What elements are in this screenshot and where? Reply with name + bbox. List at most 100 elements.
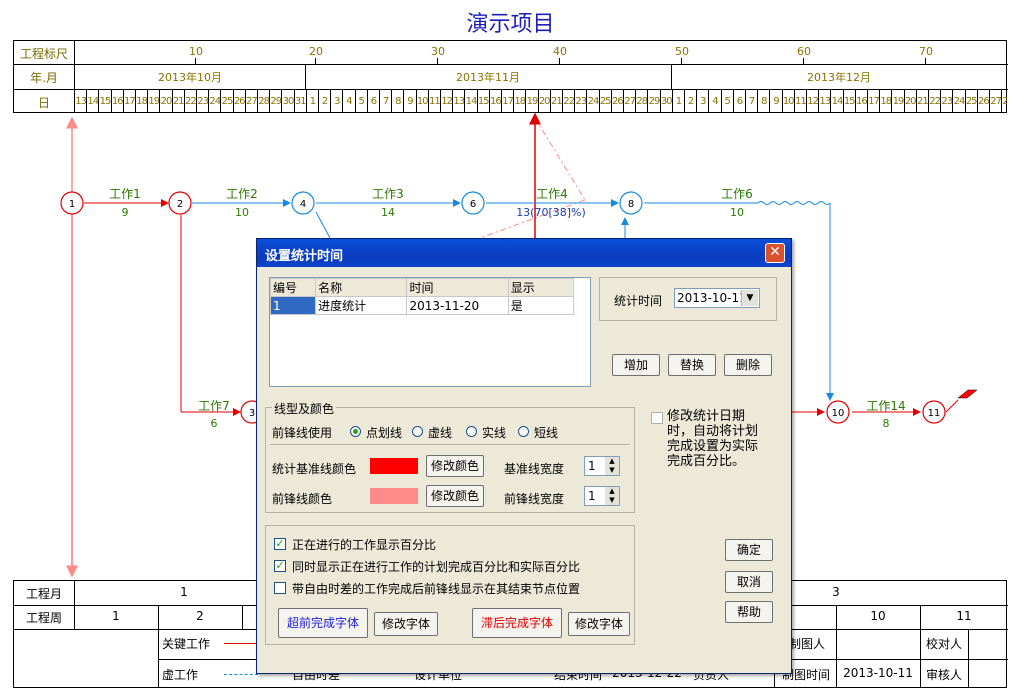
col-show-header[interactable]: 显示 — [507, 278, 575, 297]
ok-button[interactable]: 确定 — [725, 539, 773, 561]
day-label: 29 — [648, 90, 661, 113]
day-label: 15 — [99, 90, 112, 113]
stat-time-list[interactable]: 编号 名称 时间 显示 1 进度统计 2013-11-20 是 — [269, 277, 591, 387]
spinner-down-icon[interactable]: ▼ — [605, 466, 619, 475]
day-label: 27 — [624, 90, 637, 113]
checkbox-show-plan-actual[interactable]: ✓ — [274, 560, 286, 572]
day-label: 28 — [258, 90, 271, 113]
modify-frontline-color-button[interactable]: 修改颜色 — [426, 485, 484, 507]
baseline-width-value: 1 — [588, 459, 596, 473]
day-label: 18 — [514, 90, 527, 113]
task-3-duration: 14 — [381, 206, 395, 219]
scale-tick: 50 — [675, 45, 689, 58]
table-row[interactable]: 1 进度统计 2013-11-20 是 — [269, 296, 575, 315]
checker-label: 校对人 — [925, 637, 962, 651]
ahead-font-sample: 超前完成字体 — [278, 608, 368, 638]
day-label: 13 — [75, 90, 88, 113]
day-label: 27 — [246, 90, 258, 113]
project-month-1: 1 — [180, 585, 188, 599]
col-name-header[interactable]: 名称 — [315, 278, 408, 297]
node-2-label: 2 — [177, 199, 183, 210]
frontline-width-label: 前锋线宽度 — [504, 492, 565, 506]
chevron-down-icon[interactable]: ▼ — [741, 290, 758, 306]
radio-dash-dot-label: 点划线 — [366, 426, 403, 440]
day-label: 30 — [661, 90, 673, 113]
baseline-color-label: 统计基准线颜色 — [272, 462, 357, 476]
day-label: 14 — [465, 90, 478, 113]
day-label: 7 — [380, 90, 393, 113]
day-label: 15 — [478, 90, 490, 113]
draw-time-value: 2013-10-11 — [843, 666, 913, 680]
day-label: 1 — [307, 90, 319, 113]
baseline-color-swatch — [370, 458, 418, 474]
help-button[interactable]: 帮助 — [725, 601, 773, 623]
day-label: 14 — [831, 90, 844, 113]
day-label: 8 — [392, 90, 405, 113]
close-button[interactable]: ✕ — [765, 243, 785, 263]
task-4-duration: 13(70[38]%) — [516, 206, 586, 219]
day-label: 13 — [819, 90, 832, 113]
radio-solid[interactable] — [466, 426, 477, 437]
spinner-up-icon[interactable]: ▲ — [605, 487, 619, 496]
col-id-header[interactable]: 编号 — [269, 278, 317, 297]
dialog-titlebar[interactable]: 设置统计时间 ✕ — [257, 239, 791, 267]
modify-date-checkbox[interactable] — [651, 412, 663, 424]
day-label: 26 — [612, 90, 624, 113]
day-label: 3 — [697, 90, 710, 113]
node-3-label: 3 — [249, 408, 255, 419]
free-float-wave — [757, 201, 831, 205]
row-name: 进度统计 — [315, 296, 408, 315]
scale-tick: 10 — [189, 45, 203, 58]
stat-time-label: 统计时间 — [614, 294, 663, 308]
node-4-label: 4 — [300, 199, 306, 210]
behind-font-sample: 滞后完成字体 — [472, 608, 562, 638]
day-label: 22 — [185, 90, 197, 113]
checkbox-free-float-end[interactable] — [274, 582, 286, 594]
cancel-button[interactable]: 取消 — [725, 571, 773, 593]
day-label: 20 — [539, 90, 551, 113]
day-label: 22 — [929, 90, 942, 113]
scale-tick: 70 — [919, 45, 933, 58]
node-11-label: 11 — [928, 408, 941, 419]
day-label: 19 — [526, 90, 539, 113]
modify-ahead-font-button[interactable]: 修改字体 — [374, 612, 438, 636]
day-label: 11 — [795, 90, 807, 113]
day-label: 14 — [87, 90, 100, 113]
line-style-group: 线型及颜色 前锋线使用 点划线 虚线 实线 短线 统计基准线颜色 修改颜色 基准… — [265, 400, 635, 513]
day-label: 21 — [551, 90, 563, 113]
stat-time-select[interactable]: 2013-10-11 ▼ — [674, 288, 760, 308]
spinner-down-icon[interactable]: ▼ — [605, 496, 619, 505]
day-label: 23 — [941, 90, 954, 113]
baseline-width-spinner[interactable]: 1 ▲ ▼ — [584, 456, 620, 476]
project-month-label: 工程月 — [25, 587, 62, 601]
modify-baseline-color-button[interactable]: 修改颜色 — [426, 455, 484, 477]
flag-pole — [945, 399, 959, 413]
frontline-width-spinner[interactable]: 1 ▲ ▼ — [584, 486, 620, 506]
day-label: 3 — [331, 90, 344, 113]
reviewer-label: 审核人 — [925, 668, 962, 682]
scale-tick: 30 — [431, 45, 445, 58]
task-14-name: 工作14 — [866, 399, 905, 413]
node-6-label: 6 — [470, 199, 476, 210]
row-time: 2013-11-20 — [406, 296, 509, 315]
radio-short[interactable] — [518, 426, 529, 437]
modify-behind-font-button[interactable]: 修改字体 — [568, 612, 630, 636]
legend-critical-line — [224, 643, 258, 644]
radio-dash-dot[interactable] — [350, 426, 361, 437]
day-label: 18 — [136, 90, 149, 113]
frontline-color-swatch — [370, 488, 418, 504]
frontline-color-label: 前锋线颜色 — [272, 492, 333, 506]
project-week-10: 10 — [870, 609, 886, 623]
delete-button[interactable]: 删除 — [724, 354, 772, 376]
day-label: 4 — [709, 90, 722, 113]
day-label: 19 — [148, 90, 161, 113]
month-label: 2013年10月 — [158, 71, 222, 84]
day-label: 27 — [990, 90, 1003, 113]
replace-button[interactable]: 替换 — [668, 354, 716, 376]
col-time-header[interactable]: 时间 — [406, 278, 509, 297]
add-button[interactable]: 增加 — [612, 354, 660, 376]
spinner-up-icon[interactable]: ▲ — [605, 457, 619, 466]
checkbox-show-percent[interactable]: ✓ — [274, 538, 286, 550]
radio-dashed[interactable] — [412, 426, 423, 437]
display-options-group: ✓ 正在进行的工作显示百分比 ✓ 同时显示正在进行工作的计划完成百分比和实际百分… — [265, 525, 635, 645]
